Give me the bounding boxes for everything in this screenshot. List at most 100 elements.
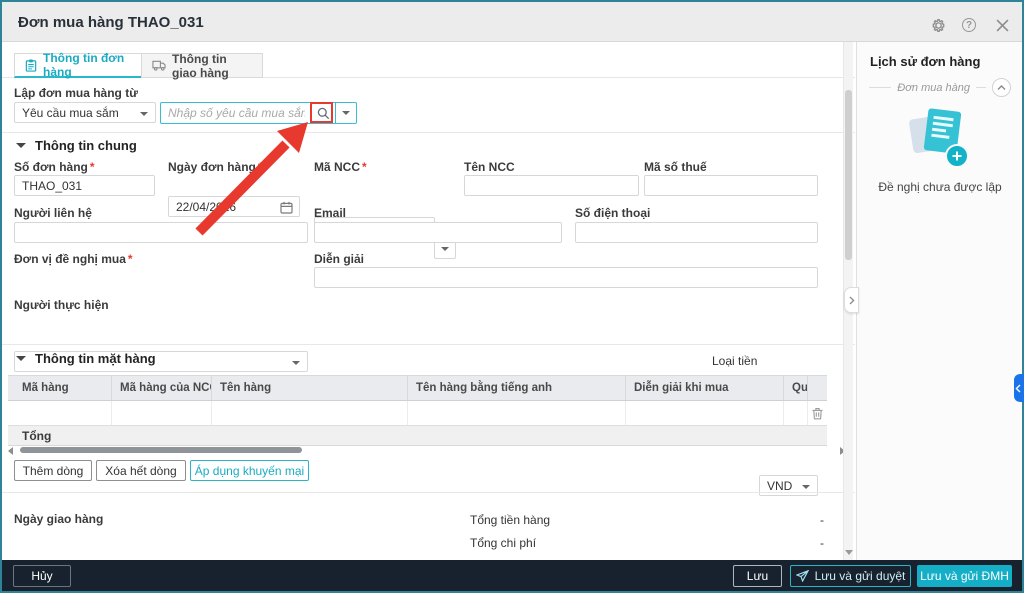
sidebar-title: Lịch sử đơn hàng (870, 54, 981, 69)
table-cell[interactable] (626, 401, 784, 425)
bottom-action-bar: Hủy Lưu Lưu và gửi duyệt Lưu và gửi ĐMH (2, 560, 1022, 591)
currency-value: VND (767, 478, 793, 493)
search-icon[interactable] (312, 103, 335, 123)
contact-input[interactable] (14, 222, 308, 243)
section-title: Thông tin chung (35, 138, 137, 153)
horizontal-scrollbar[interactable] (8, 446, 848, 455)
gear-icon[interactable] (930, 17, 946, 33)
chevron-right-icon (849, 296, 855, 304)
save-and-send-button[interactable]: Lưu và gửi ĐMH (917, 565, 1012, 587)
request-search-combo (160, 102, 357, 124)
column-header[interactable]: Diễn giải khi mua (626, 376, 784, 400)
clear-rows-button[interactable]: Xóa hết dòng (96, 460, 186, 481)
save-and-approve-button[interactable]: Lưu và gửi duyệt (790, 565, 911, 587)
field-label: Đơn vị đề nghị mua * (14, 252, 133, 266)
tab-order-info[interactable]: Thông tin đơn hàng (14, 51, 142, 79)
divider (869, 87, 892, 88)
tab-delivery-info[interactable]: Thông tin giao hàng (141, 51, 263, 80)
section-items-header[interactable]: Thông tin mặt hàng (16, 351, 156, 366)
page-title: Đơn mua hàng THAO_031 (18, 14, 204, 31)
purchase-order-window: Đơn mua hàng THAO_031 ? Thông tin đơn hà… (0, 0, 1024, 593)
required-marker: * (127, 252, 133, 266)
phone-input[interactable] (575, 222, 818, 243)
required-marker: * (362, 160, 367, 174)
order-date-value: 22/04/2026 (176, 199, 237, 214)
table-cell[interactable] (112, 401, 212, 425)
clipboard-icon (25, 59, 37, 72)
cancel-button[interactable]: Hủy (13, 565, 71, 587)
section-general-header[interactable]: Thông tin chung (16, 138, 137, 153)
table-row[interactable] (8, 401, 827, 426)
collapse-up-button[interactable] (992, 78, 1011, 97)
order-date-input[interactable]: 22/04/2026 (168, 196, 300, 217)
column-header[interactable]: Tên hàng (212, 376, 408, 400)
chevron-left-icon (1015, 383, 1021, 393)
currency-label: Loại tiền (712, 354, 758, 368)
truck-icon (152, 60, 166, 71)
column-header[interactable]: Mã hàng của NCC (112, 376, 212, 400)
column-header[interactable]: Tên hàng bằng tiếng anh (408, 376, 626, 400)
divider (2, 132, 855, 133)
right-edge-panel-tab[interactable] (1014, 374, 1024, 402)
table-total-row: Tổng (8, 426, 827, 446)
source-type-select[interactable]: Yêu cầu mua sắm (14, 102, 156, 123)
divider (2, 492, 855, 493)
search-dropdown-button[interactable] (335, 103, 356, 123)
email-input[interactable] (314, 222, 562, 243)
chevron-down-icon (342, 111, 350, 115)
description-input[interactable] (314, 267, 818, 288)
column-header[interactable]: Mã hàng (8, 376, 112, 400)
help-icon[interactable]: ? (961, 17, 977, 33)
chevron-down-icon (802, 485, 810, 489)
send-icon (795, 570, 809, 582)
field-label: Số điện thoại (575, 206, 651, 220)
required-marker: * (89, 160, 95, 174)
sidebar-section-divider: Đơn mua hàng (869, 78, 1011, 97)
divider (2, 344, 855, 345)
order-no-input[interactable] (14, 175, 155, 196)
total-row-label: Tổng (22, 428, 52, 443)
collapse-icon (16, 143, 26, 148)
sidebar-collapse-handle[interactable] (844, 287, 859, 313)
supplier-name-input[interactable] (464, 175, 639, 196)
scroll-left-icon[interactable] (8, 447, 13, 455)
divider (976, 87, 986, 88)
table-cell[interactable] (408, 401, 626, 425)
field-label: Người thực hiện (14, 298, 109, 312)
add-row-button[interactable]: Thêm dòng (14, 460, 92, 481)
source-type-value: Yêu cầu mua sắm (22, 105, 119, 120)
collapse-icon (16, 356, 26, 361)
calendar-icon[interactable] (280, 201, 293, 214)
table-cell[interactable] (784, 401, 808, 425)
table-cell[interactable] (8, 401, 112, 425)
field-label: Diễn giải (314, 252, 365, 266)
request-search-input[interactable] (161, 103, 312, 123)
create-from-label: Lập đơn mua hàng từ (14, 86, 138, 100)
delete-row-icon[interactable] (808, 401, 827, 425)
button-label: Lưu và gửi duyệt (814, 569, 906, 583)
total-goods-label: Tổng tiền hàng (470, 513, 551, 527)
table-header-row: Mã hàng Mã hàng của NCC Tên hàng Tên hàn… (8, 376, 827, 401)
chevron-down-icon (292, 361, 300, 365)
column-header[interactable]: Qu (784, 376, 808, 400)
section-title: Thông tin mặt hàng (35, 351, 156, 366)
field-label: Số đơn hàng * (14, 160, 95, 174)
close-icon[interactable] (994, 17, 1010, 33)
apply-promotion-button[interactable]: Áp dụng khuyến mại (190, 460, 309, 481)
field-label: Email (314, 206, 347, 220)
tax-code-input[interactable] (644, 175, 818, 196)
tab-label: Thông tin giao hàng (172, 51, 229, 80)
table-cell[interactable] (212, 401, 408, 425)
scroll-down-icon[interactable] (845, 550, 853, 555)
scrollbar-thumb[interactable] (20, 447, 302, 453)
sidebar-section-label: Đơn mua hàng (897, 81, 970, 94)
save-button[interactable]: Lưu (733, 565, 782, 587)
items-table: Mã hàng Mã hàng của NCC Tên hàng Tên hàn… (8, 375, 827, 446)
field-label: Tên NCC (464, 160, 515, 174)
scrollbar-thumb[interactable] (845, 90, 852, 260)
title-bar: Đơn mua hàng THAO_031 ? (2, 2, 1022, 42)
document-stack-icon (908, 108, 973, 174)
total-goods-value: - (820, 513, 824, 527)
empty-state-text: Đề nghị chưa được lập (878, 180, 1002, 194)
delivery-date-label: Ngày giao hàng (14, 512, 104, 526)
